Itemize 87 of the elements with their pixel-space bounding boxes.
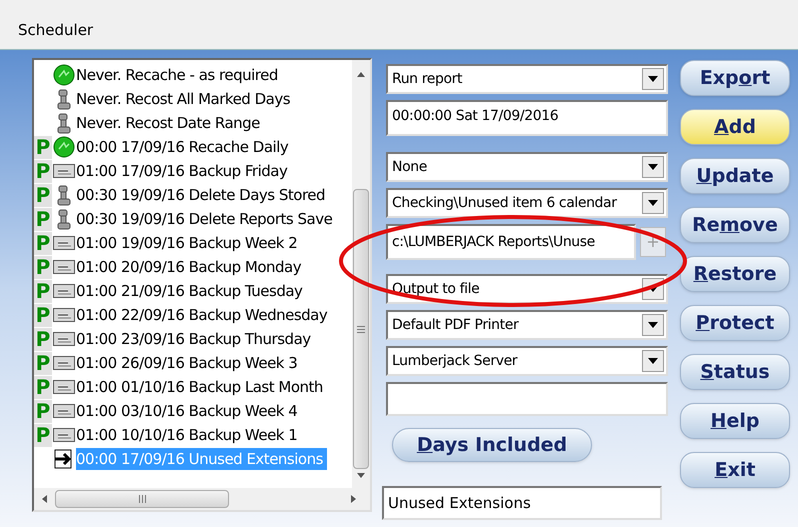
dropdown-field[interactable]: Checking\Unused item 6 calendar <box>386 188 668 218</box>
caret-icon <box>648 358 658 364</box>
action-button[interactable]: Exit <box>680 452 790 488</box>
protected-mark: P <box>34 232 52 254</box>
dropdown-field[interactable]: Lumberjack Server <box>386 346 668 376</box>
action-button[interactable]: Add <box>680 109 790 145</box>
action-button[interactable]: Help <box>680 403 790 439</box>
action-button[interactable]: Restore <box>680 256 790 292</box>
schedule-item[interactable]: 01:00 23/09/16 Backup Thursday <box>76 328 315 350</box>
scroll-down-icon <box>357 473 365 478</box>
grip-icon <box>138 495 146 503</box>
drive-icon <box>53 164 75 178</box>
schedule-item[interactable]: Never. Recost Date Range <box>76 112 264 134</box>
scroll-right-icon <box>351 495 356 503</box>
dropdown-value: None <box>392 158 427 176</box>
action-button[interactable]: Update <box>680 158 790 194</box>
protected-mark: P <box>34 376 52 398</box>
schedule-item[interactable]: 01:00 03/10/16 Backup Week 4 <box>76 400 302 422</box>
protected-mark: P <box>34 208 52 230</box>
dropdown-arrow-button[interactable] <box>642 156 664 178</box>
drive-icon <box>53 308 75 322</box>
dropdown-value: Checking\Unused item 6 calendar <box>392 194 617 212</box>
scroll-left-icon <box>42 495 47 503</box>
protected-mark: P <box>34 160 52 182</box>
drive-icon <box>53 428 75 442</box>
dropdown-arrow-button[interactable] <box>642 314 664 336</box>
protected-mark: P <box>34 280 52 302</box>
dropdown-value: Output to file <box>392 280 480 298</box>
drive-icon <box>53 404 75 418</box>
schedule-item[interactable]: Never. Recache - as required <box>76 64 282 86</box>
schedule-item[interactable]: 01:00 10/10/16 Backup Week 1 <box>76 424 302 446</box>
protected-mark: P <box>34 304 52 326</box>
dropdown-field[interactable]: Default PDF Printer <box>386 310 668 340</box>
drive-icon <box>53 332 75 346</box>
grip-icon <box>357 326 365 332</box>
action-button[interactable]: Export <box>680 60 790 96</box>
caret-icon <box>648 76 658 82</box>
dropdown-arrow-button[interactable] <box>642 68 664 90</box>
dropdown-value: Lumberjack Server <box>392 352 518 370</box>
drive-icon <box>53 260 75 274</box>
dropdown-value: Default PDF Printer <box>392 316 518 334</box>
dropdown-value: Run report <box>392 70 462 88</box>
globe-icon <box>53 64 75 86</box>
name-field[interactable]: Unused Extensions <box>382 486 662 520</box>
caret-icon <box>648 322 658 328</box>
protected-mark: P <box>34 352 52 374</box>
schedule-item[interactable]: 01:00 20/09/16 Backup Monday <box>76 256 306 278</box>
drive-icon <box>53 284 75 298</box>
scroll-up-icon <box>357 72 365 77</box>
horizontal-scrollbar[interactable] <box>34 488 370 510</box>
protected-mark: P <box>34 400 52 422</box>
scrollbar-thumb[interactable] <box>353 189 369 469</box>
schedule-item[interactable]: 01:00 21/09/16 Backup Tuesday <box>76 280 306 302</box>
schedule-item[interactable]: 01:00 17/09/16 Backup Friday <box>76 160 292 182</box>
action-button[interactable]: Remove <box>680 207 790 243</box>
drive-icon <box>53 380 75 394</box>
globe-icon <box>53 136 75 158</box>
scrollbar-thumb[interactable] <box>55 490 229 508</box>
drive-icon <box>53 236 75 250</box>
schedule-item[interactable]: 00:30 19/09/16 Delete Days Stored <box>76 184 330 206</box>
dropdown-arrow-button[interactable] <box>642 350 664 372</box>
action-button[interactable]: Status <box>680 354 790 390</box>
schedule-item[interactable]: 01:00 22/09/16 Backup Wednesday <box>76 304 332 326</box>
schedule-item[interactable]: 01:00 19/09/16 Backup Week 2 <box>76 232 302 254</box>
path-field[interactable]: c:\LUMBERJACK Reports\Unuse <box>386 224 636 260</box>
schedule-item[interactable]: 00:30 19/09/16 Delete Reports Save <box>76 208 336 230</box>
schedule-item[interactable]: 01:00 01/10/16 Backup Last Month <box>76 376 327 398</box>
window-title: Scheduler <box>18 20 94 40</box>
protected-mark: P <box>34 424 52 446</box>
schedule-item[interactable]: 00:00 17/09/16 Recache Daily <box>76 136 292 158</box>
drive-icon <box>53 356 75 370</box>
protected-mark: P <box>34 136 52 158</box>
protected-mark: P <box>34 184 52 206</box>
schedule-item[interactable]: 01:00 26/09/16 Backup Week 3 <box>76 352 302 374</box>
caret-icon <box>648 164 658 170</box>
protected-mark: P <box>34 328 52 350</box>
dropdown-arrow-button[interactable] <box>642 192 664 214</box>
text-field[interactable] <box>386 382 668 416</box>
caret-icon <box>648 200 658 206</box>
protected-mark: P <box>34 256 52 278</box>
action-button[interactable]: Protect <box>680 305 790 341</box>
dropdown-field[interactable]: Run report <box>386 64 668 94</box>
days-included-button[interactable]: Days Included <box>392 428 592 462</box>
schedule-item[interactable]: Never. Recost All Marked Days <box>76 88 294 110</box>
dropdown-field[interactable]: None <box>386 152 668 182</box>
vertical-scrollbar[interactable] <box>352 60 370 488</box>
date-time-field[interactable]: 00:00:00 Sat 17/09/2016 <box>386 100 668 136</box>
